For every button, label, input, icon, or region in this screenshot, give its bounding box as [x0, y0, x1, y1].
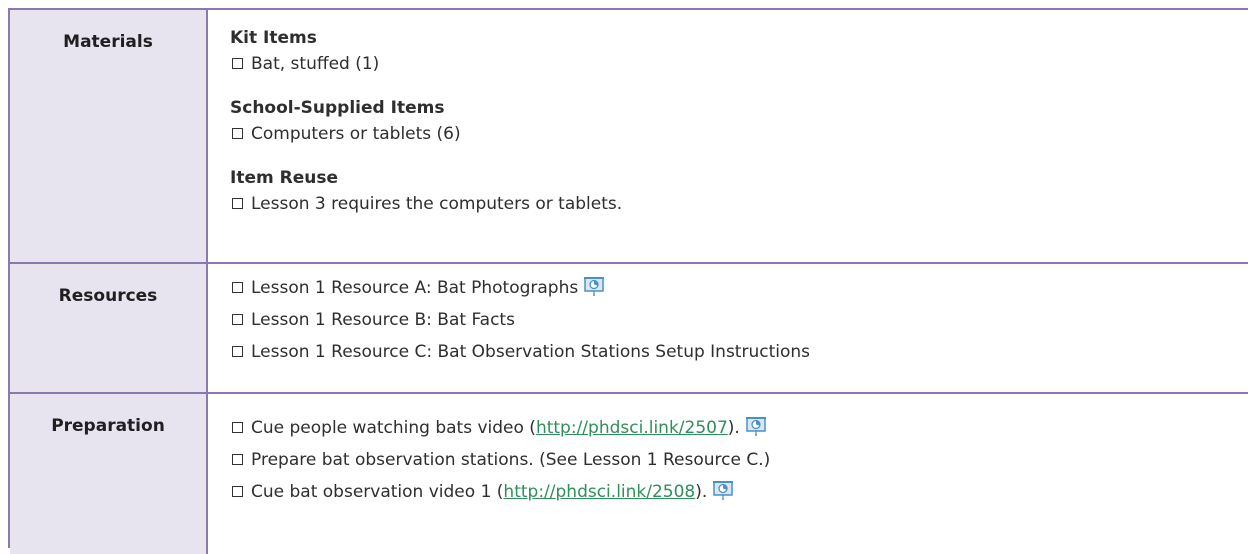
checkbox-icon[interactable]	[232, 58, 243, 69]
video-link[interactable]: http://phdsci.link/2508	[503, 482, 695, 502]
prep-item-3-end: ).	[695, 482, 708, 502]
presentation-screen-icon[interactable]	[584, 277, 605, 297]
resources-label: Resources	[58, 286, 158, 306]
prep-item-1-text: Cue people watching bats video (	[251, 418, 536, 438]
checkbox-icon[interactable]	[232, 346, 243, 357]
checkbox-icon[interactable]	[232, 282, 243, 293]
resource-item: Lesson 1 Resource B: Bat Facts	[230, 308, 515, 332]
prep-item-1-end: ).	[727, 418, 740, 438]
materials-label: Materials	[63, 32, 153, 52]
materials-table: Materials Kit Items Bat, stuffed (1) Sch…	[8, 8, 1248, 554]
presentation-screen-icon[interactable]	[745, 417, 766, 437]
resources-row: Resources Lesson 1 Resource A: Bat Photo…	[10, 264, 1248, 394]
preparation-label-cell: Preparation	[10, 394, 208, 554]
preparation-row: Preparation Cue people watching bats vid…	[10, 394, 1248, 554]
materials-content: Kit Items Bat, stuffed (1) School-Suppli…	[230, 10, 1248, 262]
school-item-text: Computers or tablets (6)	[251, 124, 461, 144]
kit-item-text: Bat, stuffed (1)	[251, 54, 380, 74]
preparation-item: Cue bat observation video 1 (http://phds…	[230, 480, 734, 504]
checkbox-icon[interactable]	[232, 422, 243, 433]
preparation-item: Prepare bat observation stations. (See L…	[230, 448, 770, 472]
item-reuse-heading: Item Reuse	[230, 168, 338, 188]
resource-item: Lesson 1 Resource A: Bat Photographs	[230, 276, 605, 300]
preparation-item: Cue people watching bats video (http://p…	[230, 416, 766, 440]
kit-items-heading: Kit Items	[230, 28, 317, 48]
prep-item-2-text: Prepare bat observation stations. (See L…	[251, 450, 771, 470]
prep-item-3-text: Cue bat observation video 1 (	[251, 482, 504, 502]
school-supplied-heading: School-Supplied Items	[230, 98, 445, 118]
resource-item-text: Lesson 1 Resource C: Bat Observation Sta…	[251, 342, 811, 362]
resources-content: Lesson 1 Resource A: Bat Photographs Les…	[230, 264, 1248, 392]
resource-item-text: Lesson 1 Resource B: Bat Facts	[251, 310, 515, 330]
video-link[interactable]: http://phdsci.link/2507	[536, 418, 728, 438]
materials-row: Materials Kit Items Bat, stuffed (1) Sch…	[10, 10, 1248, 264]
preparation-label: Preparation	[51, 416, 165, 436]
reuse-item-text: Lesson 3 requires the computers or table…	[251, 194, 623, 214]
materials-label-cell: Materials	[10, 10, 208, 262]
checkbox-icon[interactable]	[232, 454, 243, 465]
checkbox-icon[interactable]	[232, 314, 243, 325]
school-item: Computers or tablets (6)	[230, 122, 461, 146]
resources-label-cell: Resources	[10, 264, 208, 392]
resource-item: Lesson 1 Resource C: Bat Observation Sta…	[230, 340, 810, 364]
kit-item: Bat, stuffed (1)	[230, 52, 379, 76]
checkbox-icon[interactable]	[232, 198, 243, 209]
checkbox-icon[interactable]	[232, 486, 243, 497]
presentation-screen-icon[interactable]	[713, 481, 734, 501]
preparation-content: Cue people watching bats video (http://p…	[230, 394, 1248, 554]
resource-item-text: Lesson 1 Resource A: Bat Photographs	[251, 278, 579, 298]
reuse-item: Lesson 3 requires the computers or table…	[230, 192, 622, 216]
checkbox-icon[interactable]	[232, 128, 243, 139]
